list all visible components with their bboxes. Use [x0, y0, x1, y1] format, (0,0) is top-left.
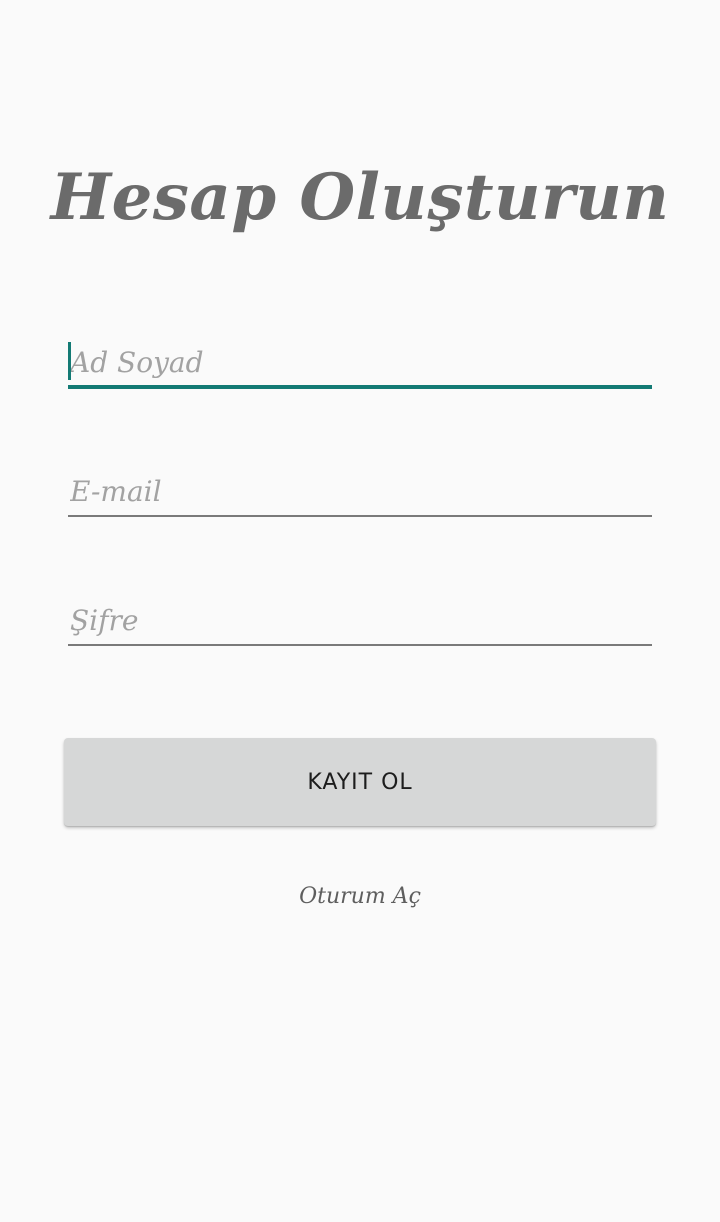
name-field-container[interactable]: [68, 340, 652, 389]
text-cursor: [68, 342, 71, 380]
email-field-container[interactable]: [68, 469, 652, 517]
password-field-container[interactable]: [68, 598, 652, 646]
email-field-underline: [68, 515, 652, 517]
email-input[interactable]: [68, 469, 652, 513]
password-input[interactable]: [68, 598, 652, 642]
register-button[interactable]: KAYIT OL: [64, 738, 656, 826]
name-field-underline: [68, 385, 652, 389]
name-input[interactable]: [68, 340, 652, 384]
login-link[interactable]: Oturum Aç: [0, 884, 720, 909]
page-title: Hesap Oluşturun: [50, 160, 670, 235]
password-field-underline: [68, 644, 652, 646]
